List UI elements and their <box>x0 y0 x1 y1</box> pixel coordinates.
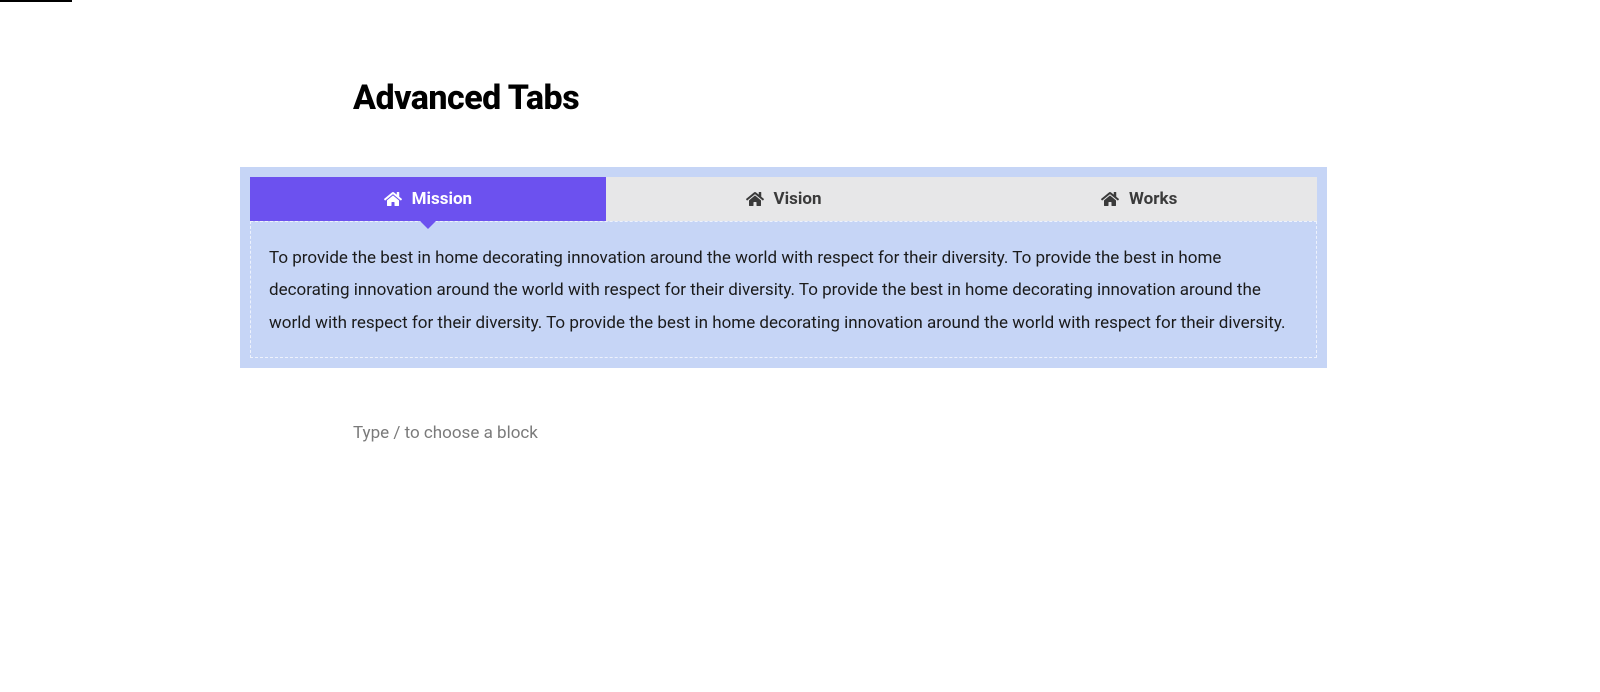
home-icon <box>384 191 402 207</box>
tab-content-text[interactable]: To provide the best in home decorating i… <box>269 242 1298 339</box>
tabs-widget[interactable]: Mission Vision Works To provide the best… <box>240 167 1327 368</box>
page-title[interactable]: Advanced Tabs <box>353 78 579 118</box>
tab-mission[interactable]: Mission <box>250 177 606 221</box>
tab-header: Mission Vision Works <box>250 177 1317 221</box>
tab-label: Vision <box>774 189 822 209</box>
home-icon <box>1101 191 1119 207</box>
home-icon <box>746 191 764 207</box>
tab-vision[interactable]: Vision <box>606 177 962 221</box>
top-accent-line <box>0 0 72 2</box>
tab-content-panel[interactable]: To provide the best in home decorating i… <box>250 221 1317 358</box>
block-placeholder[interactable]: Type / to choose a block <box>353 423 538 443</box>
tab-label: Mission <box>412 189 472 209</box>
tab-label: Works <box>1129 189 1177 209</box>
tab-works[interactable]: Works <box>961 177 1317 221</box>
